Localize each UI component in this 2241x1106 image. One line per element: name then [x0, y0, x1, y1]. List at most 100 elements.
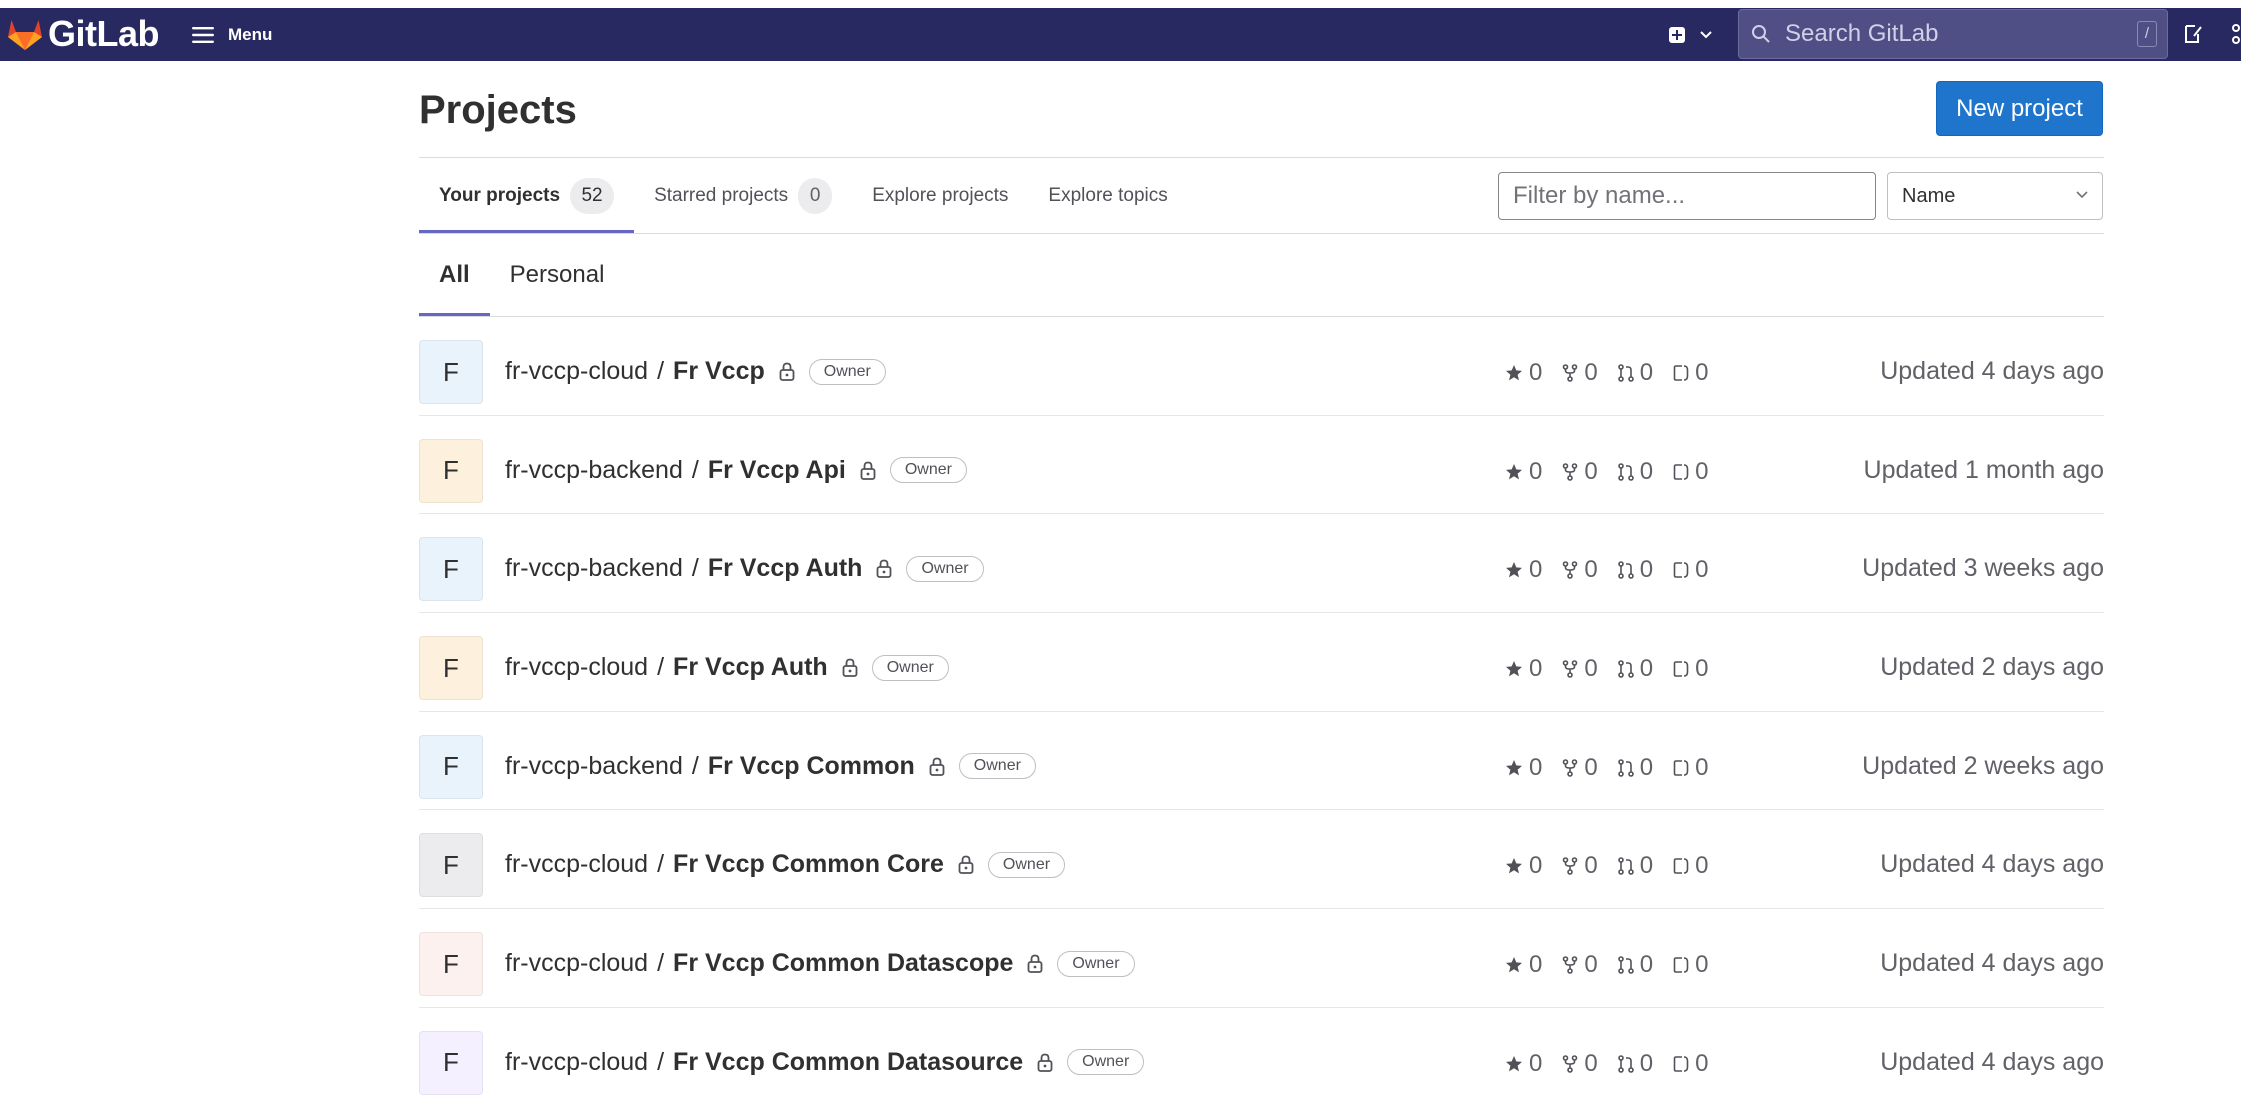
tab-explore-topics[interactable]: Explore topics: [1028, 158, 1187, 233]
issues-count[interactable]: 0: [1673, 655, 1708, 683]
star-icon: [1506, 957, 1522, 973]
stars-count[interactable]: 0: [1505, 655, 1542, 683]
merge-requests-count[interactable]: 0: [1617, 852, 1653, 880]
project-row: F fr-vccp-backend / Fr Vccp Auth Owner 0…: [419, 514, 2104, 614]
merge-requests-count[interactable]: 0: [1617, 359, 1653, 387]
private-lock-icon: [876, 559, 892, 579]
forks-count[interactable]: 0: [1562, 458, 1598, 486]
create-new-dropdown[interactable]: [1668, 20, 1712, 50]
stars-count[interactable]: 0: [1505, 556, 1542, 584]
project-avatar[interactable]: F: [419, 932, 483, 997]
project-namespace[interactable]: fr-vccp-backend: [505, 554, 683, 583]
sort-dropdown[interactable]: Name: [1887, 172, 2103, 220]
forks-count[interactable]: 0: [1562, 655, 1598, 683]
project-avatar[interactable]: F: [419, 438, 483, 503]
issues-count[interactable]: 0: [1673, 458, 1708, 486]
project-name-link[interactable]: Fr Vccp Auth: [673, 653, 828, 682]
forks-count[interactable]: 0: [1562, 852, 1598, 880]
stars-value: 0: [1529, 753, 1543, 781]
tab-starred-projects[interactable]: Starred projects 0: [634, 158, 852, 233]
tab-explore-projects[interactable]: Explore projects: [852, 158, 1028, 233]
forks-count[interactable]: 0: [1562, 1050, 1598, 1078]
updated-timestamp: Updated 4 days ago: [1880, 850, 2104, 879]
project-name-link[interactable]: Fr Vccp Common: [708, 752, 915, 781]
lock-icon: [1028, 954, 1043, 974]
forks-count[interactable]: 0: [1562, 951, 1598, 979]
merge-requests-count[interactable]: 0: [1617, 1050, 1653, 1078]
project-row: F fr-vccp-backend / Fr Vccp Api Owner 0 …: [419, 416, 2104, 515]
stars-count[interactable]: 0: [1505, 458, 1542, 486]
merge-request-icon: [1617, 956, 1634, 974]
issue-icon: [1673, 463, 1689, 480]
stars-value: 0: [1529, 359, 1543, 386]
merge-requests-count[interactable]: 0: [1617, 951, 1653, 979]
forks-value: 0: [1584, 951, 1598, 979]
project-namespace[interactable]: fr-vccp-backend: [505, 456, 683, 485]
merge-requests-count[interactable]: 0: [1617, 754, 1653, 782]
stars-value: 0: [1529, 1049, 1543, 1077]
merge-requests-count[interactable]: 0: [1617, 556, 1653, 584]
project-namespace[interactable]: fr-vccp-cloud: [505, 850, 648, 879]
gitlab-logo-link[interactable]: GitLab: [6, 13, 160, 54]
project-namespace[interactable]: fr-vccp-cloud: [505, 949, 648, 978]
more-button[interactable]: [2230, 23, 2241, 50]
merge-requests-count[interactable]: 0: [1617, 458, 1653, 486]
project-name-link[interactable]: Fr Vccp Common Core: [673, 850, 944, 879]
issues-count[interactable]: 0: [1673, 556, 1708, 584]
project-name-link[interactable]: Fr Vccp Auth: [708, 554, 863, 583]
issues-count[interactable]: 0: [1673, 951, 1708, 979]
project-avatar[interactable]: F: [419, 636, 483, 701]
project-namespace[interactable]: fr-vccp-cloud: [505, 653, 648, 682]
merge-requests-count[interactable]: 0: [1617, 655, 1653, 683]
stars-count[interactable]: 0: [1505, 1050, 1542, 1078]
stars-count[interactable]: 0: [1505, 359, 1542, 387]
project-avatar[interactable]: F: [419, 340, 483, 404]
project-avatar[interactable]: F: [419, 833, 483, 898]
star-icon: [1506, 562, 1522, 578]
forks-count[interactable]: 0: [1562, 359, 1598, 387]
project-avatar[interactable]: F: [419, 1030, 483, 1095]
search-box[interactable]: /: [1738, 9, 2168, 59]
project-namespace[interactable]: fr-vccp-cloud: [505, 357, 648, 386]
lock-icon: [779, 362, 795, 381]
forks-count[interactable]: 0: [1562, 754, 1598, 782]
namespace-separator: /: [691, 554, 699, 583]
todo-button[interactable]: [2183, 23, 2203, 50]
forks-count[interactable]: 0: [1562, 556, 1598, 584]
role-badge: Owner: [889, 457, 967, 484]
issue-icon: [1673, 562, 1689, 579]
project-namespace[interactable]: fr-vccp-backend: [505, 752, 683, 781]
stars-count[interactable]: 0: [1505, 852, 1542, 880]
project-name-link[interactable]: Fr Vccp Api: [708, 456, 846, 485]
project-avatar[interactable]: F: [419, 537, 483, 602]
star-icon: [1506, 759, 1522, 776]
namespace-separator: /: [657, 949, 665, 978]
issues-count[interactable]: 0: [1673, 754, 1708, 782]
issues-count[interactable]: 0: [1673, 359, 1708, 387]
tab-label: Your projects: [439, 184, 561, 206]
project-title: fr-vccp-backend / Fr Vccp Api Owner: [505, 456, 967, 485]
project-name-link[interactable]: Fr Vccp: [673, 357, 765, 386]
issues-count[interactable]: 0: [1673, 852, 1708, 880]
stars-count[interactable]: 0: [1505, 951, 1542, 979]
role-badge: Owner: [1067, 1049, 1145, 1076]
search-input[interactable]: [1785, 20, 2125, 48]
issues-count[interactable]: 0: [1673, 1050, 1708, 1078]
todo-icon: [2185, 25, 2202, 43]
tab-personal[interactable]: Personal: [490, 234, 625, 316]
stars-count[interactable]: 0: [1505, 754, 1542, 782]
new-project-button[interactable]: New project: [1936, 81, 2103, 136]
issues-value: 0: [1695, 1049, 1709, 1077]
merge-request-icon: [1617, 758, 1634, 777]
project-namespace[interactable]: fr-vccp-cloud: [505, 1048, 648, 1077]
project-name-link[interactable]: Fr Vccp Common Datasource: [673, 1048, 1023, 1077]
fork-icon: [1563, 364, 1578, 382]
tab-your-projects[interactable]: Your projects 52: [419, 158, 635, 233]
project-avatar[interactable]: F: [419, 734, 483, 799]
project-name-link[interactable]: Fr Vccp Common Datascope: [673, 949, 1013, 978]
project-row: F fr-vccp-cloud / Fr Vccp Common Datasou…: [419, 1008, 2104, 1106]
filter-by-name-input[interactable]: [1498, 172, 1876, 220]
menu-button[interactable]: Menu: [192, 20, 272, 50]
chevron-down-icon: [2076, 191, 2088, 199]
tab-all[interactable]: All: [419, 234, 490, 316]
